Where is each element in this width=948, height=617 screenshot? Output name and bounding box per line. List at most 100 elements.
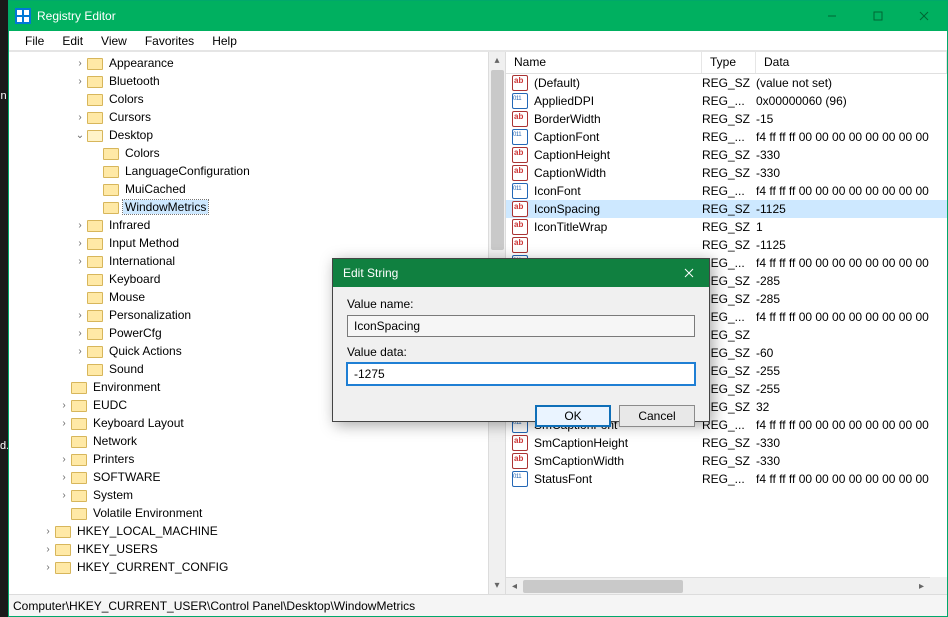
collapse-icon[interactable]: ⌄ xyxy=(73,130,87,141)
binary-value-icon xyxy=(512,93,528,109)
list-item[interactable]: BorderWidthREG_SZ-15 xyxy=(506,110,947,128)
expand-icon[interactable]: › xyxy=(73,220,87,231)
list-item[interactable]: CaptionHeightREG_SZ-330 xyxy=(506,146,947,164)
tree-item[interactable]: Colors xyxy=(9,144,505,162)
menu-file[interactable]: File xyxy=(17,32,52,50)
ok-button[interactable]: OK xyxy=(535,405,611,427)
expand-icon[interactable]: › xyxy=(41,544,55,555)
tree-item-label: MuiCached xyxy=(123,182,188,196)
tree-item[interactable]: LanguageConfiguration xyxy=(9,162,505,180)
tree-item-label: Quick Actions xyxy=(107,344,184,358)
menu-help[interactable]: Help xyxy=(204,32,245,50)
expand-icon[interactable]: › xyxy=(73,346,87,357)
tree-item[interactable]: ›SOFTWARE xyxy=(9,468,505,486)
tree-item-label: Keyboard Layout xyxy=(91,416,186,430)
tree-item-label: PowerCfg xyxy=(107,326,164,340)
menu-view[interactable]: View xyxy=(93,32,135,50)
string-value-icon xyxy=(512,219,528,235)
list-item[interactable]: SmCaptionWidthREG_SZ-330 xyxy=(506,452,947,470)
value-type: REG_... xyxy=(702,184,756,198)
tree-item[interactable]: WindowMetrics xyxy=(9,198,505,216)
tree-item-label: Environment xyxy=(91,380,162,394)
tree-item-label: Desktop xyxy=(107,128,155,142)
folder-icon xyxy=(87,74,103,88)
expand-icon[interactable]: › xyxy=(73,238,87,249)
dialog-close-button[interactable] xyxy=(669,259,709,287)
expand-icon[interactable]: › xyxy=(57,454,71,465)
value-type: REG_SZ xyxy=(702,220,756,234)
expand-icon[interactable]: › xyxy=(57,472,71,483)
scroll-up-icon[interactable]: ▴ xyxy=(489,52,505,69)
value-name: IconTitleWrap xyxy=(534,220,702,234)
folder-icon xyxy=(87,308,103,322)
string-value-icon xyxy=(512,435,528,451)
cancel-button[interactable]: Cancel xyxy=(619,405,695,427)
list-item[interactable]: AppliedDPIREG_...0x00000060 (96) xyxy=(506,92,947,110)
titlebar[interactable]: Registry Editor xyxy=(9,1,947,31)
tree-item[interactable]: MuiCached xyxy=(9,180,505,198)
tree-item[interactable]: ›Cursors xyxy=(9,108,505,126)
menu-edit[interactable]: Edit xyxy=(54,32,91,50)
tree-item[interactable]: ›Printers xyxy=(9,450,505,468)
tree-item[interactable]: ›Infrared xyxy=(9,216,505,234)
tree-item[interactable]: ›HKEY_LOCAL_MACHINE xyxy=(9,522,505,540)
folder-icon xyxy=(71,470,87,484)
scroll-thumb[interactable] xyxy=(523,580,683,593)
value-type: REG_SZ xyxy=(702,364,756,378)
close-button[interactable] xyxy=(901,1,947,31)
value-data: f4 ff ff ff 00 00 00 00 00 00 00 00 xyxy=(756,310,947,324)
expand-icon[interactable]: › xyxy=(73,76,87,87)
list-item[interactable]: IconSpacingREG_SZ-1125 xyxy=(506,200,947,218)
tree-item[interactable]: ⌄ Desktop xyxy=(9,126,505,144)
list-item[interactable]: REG_SZ-1125 xyxy=(506,236,947,254)
list-item[interactable]: CaptionWidthREG_SZ-330 xyxy=(506,164,947,182)
value-data-input[interactable] xyxy=(347,363,695,385)
scroll-down-icon[interactable]: ▾ xyxy=(489,577,505,594)
value-data: -285 xyxy=(756,274,947,288)
list-hscrollbar[interactable]: ◂ ▸ xyxy=(506,577,930,594)
folder-icon xyxy=(71,416,87,430)
tree-item-label: Network xyxy=(91,434,139,448)
expand-icon[interactable]: › xyxy=(73,310,87,321)
value-name-input[interactable] xyxy=(347,315,695,337)
list-item[interactable]: CaptionFontREG_...f4 ff ff ff 00 00 00 0… xyxy=(506,128,947,146)
list-item[interactable]: (Default)REG_SZ(value not set) xyxy=(506,74,947,92)
list-item[interactable]: IconFontREG_...f4 ff ff ff 00 00 00 00 0… xyxy=(506,182,947,200)
tree-item[interactable]: ›HKEY_CURRENT_CONFIG xyxy=(9,558,505,576)
tree-item[interactable]: ›Appearance xyxy=(9,54,505,72)
menu-favorites[interactable]: Favorites xyxy=(137,32,202,50)
scroll-right-icon[interactable]: ▸ xyxy=(913,578,930,595)
expand-icon[interactable]: › xyxy=(73,58,87,69)
value-type: REG_SZ xyxy=(702,436,756,450)
binary-value-icon xyxy=(512,471,528,487)
tree-item[interactable]: ›System xyxy=(9,486,505,504)
maximize-button[interactable] xyxy=(855,1,901,31)
column-data[interactable]: Data xyxy=(756,52,947,73)
tree-item[interactable]: ›Bluetooth xyxy=(9,72,505,90)
column-name[interactable]: Name xyxy=(506,52,702,73)
tree-item[interactable]: ›Input Method xyxy=(9,234,505,252)
folder-icon xyxy=(71,380,87,394)
expand-icon[interactable]: › xyxy=(73,112,87,123)
expand-icon[interactable]: › xyxy=(57,418,71,429)
folder-icon xyxy=(55,524,71,538)
folder-icon xyxy=(71,452,87,466)
minimize-button[interactable] xyxy=(809,1,855,31)
scroll-thumb[interactable] xyxy=(491,70,504,250)
expand-icon[interactable]: › xyxy=(73,256,87,267)
expand-icon[interactable]: › xyxy=(73,328,87,339)
expand-icon[interactable]: › xyxy=(57,400,71,411)
expand-icon[interactable]: › xyxy=(57,490,71,501)
tree-item[interactable]: Colors xyxy=(9,90,505,108)
column-type[interactable]: Type xyxy=(702,52,756,73)
list-item[interactable]: StatusFontREG_...f4 ff ff ff 00 00 00 00… xyxy=(506,470,947,488)
value-type: REG_SZ xyxy=(702,292,756,306)
scroll-left-icon[interactable]: ◂ xyxy=(506,578,523,595)
tree-item[interactable]: Volatile Environment xyxy=(9,504,505,522)
expand-icon[interactable]: › xyxy=(41,562,55,573)
tree-item[interactable]: ›HKEY_USERS xyxy=(9,540,505,558)
expand-icon[interactable]: › xyxy=(41,526,55,537)
dialog-titlebar[interactable]: Edit String xyxy=(333,259,709,287)
folder-icon xyxy=(71,398,87,412)
list-item[interactable]: IconTitleWrapREG_SZ1 xyxy=(506,218,947,236)
